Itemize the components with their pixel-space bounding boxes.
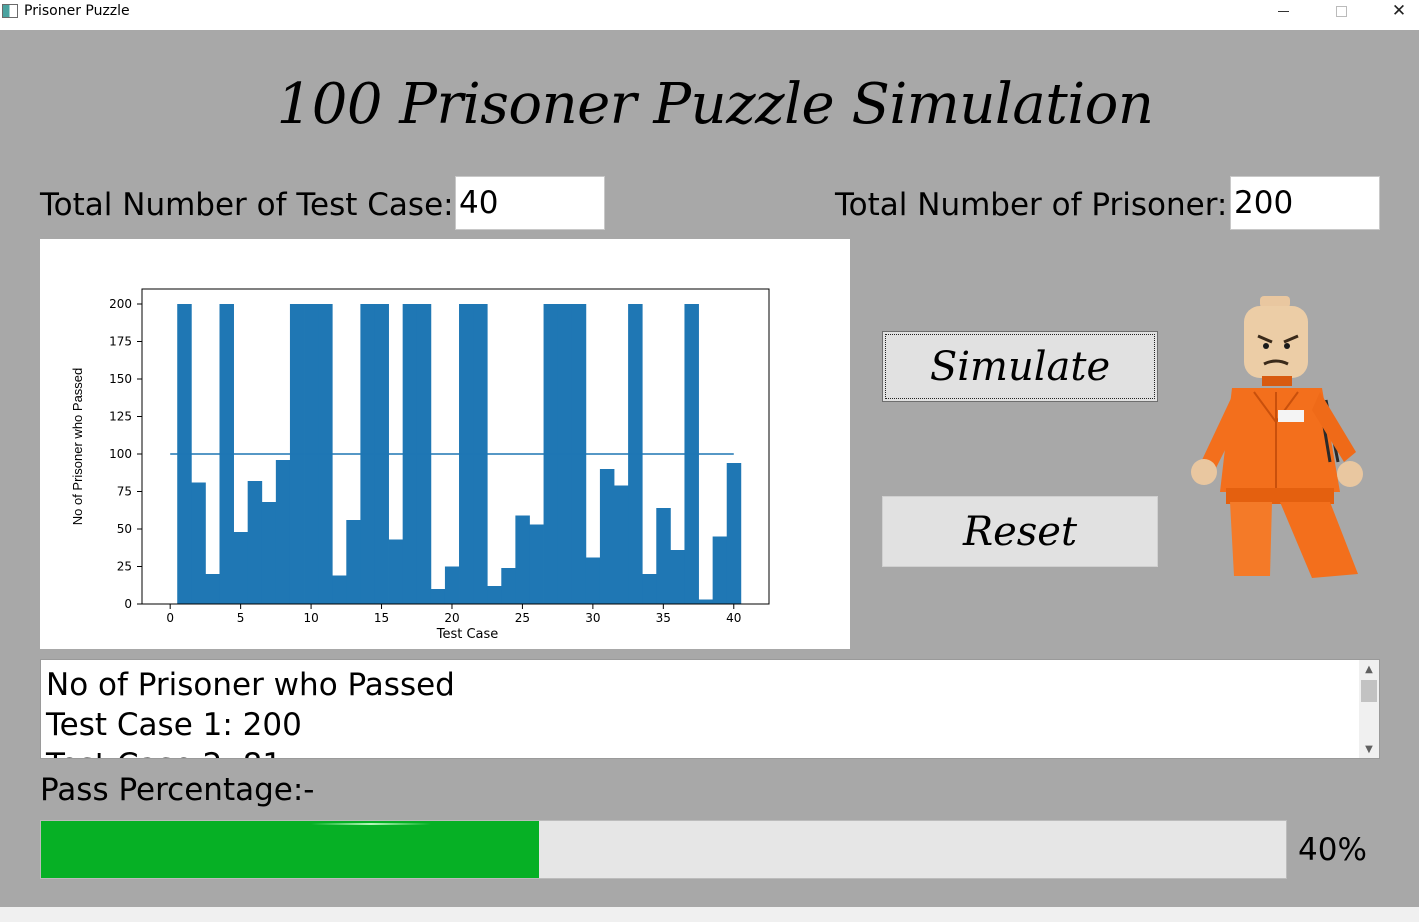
chart-bar	[275, 460, 291, 604]
y-axis-label: No of Prisoner who Passed	[70, 368, 85, 526]
chart-bar	[233, 532, 249, 604]
y-tick-label: 50	[117, 522, 132, 536]
window-title: Prisoner Puzzle	[24, 3, 130, 19]
results-chart-panel: 0 5 10 15 20 25 30 35 40 0 25 50 75 100 125 150 175 200 Te…	[40, 239, 850, 649]
x-axis-label: Test Case	[436, 627, 499, 642]
chart-bar	[656, 508, 671, 604]
y-tick-label: 75	[117, 485, 132, 499]
y-tick-label: 150	[109, 372, 132, 386]
app-icon	[2, 4, 18, 18]
chart-bar	[599, 469, 615, 604]
log-scrollbar[interactable]: ▲ ▼	[1359, 660, 1379, 758]
minimize-icon	[1277, 10, 1289, 12]
y-tick-label: 125	[109, 410, 132, 424]
page-title: 100 Prisoner Puzzle Simulation	[276, 72, 1154, 137]
chart-bar	[346, 520, 361, 604]
results-log[interactable]: No of Prisoner who Passed Test Case 1: 2…	[40, 659, 1380, 759]
chart-bar	[529, 524, 544, 604]
prisoner-count-label: Total Number of Prisoner:	[835, 187, 1228, 223]
x-tick-label: 0	[166, 611, 174, 625]
x-tick-label: 25	[515, 611, 530, 625]
chart-bar	[670, 550, 685, 604]
chart-bar	[614, 485, 629, 604]
chart-bar	[205, 574, 220, 604]
pass-progress-bar	[40, 820, 1287, 879]
chart-bar	[585, 557, 601, 604]
x-tick-label: 35	[656, 611, 671, 625]
maximize-button[interactable]	[1318, 0, 1364, 22]
y-tick-label: 0	[124, 597, 132, 611]
log-line: No of Prisoner who Passed	[46, 667, 455, 703]
pass-percentage-label: Pass Percentage:-	[40, 772, 315, 808]
results-bar-chart: 0 5 10 15 20 25 30 35 40 0 25 50 75 100 125 150 175 200 Te…	[70, 288, 770, 642]
chart-bar	[726, 463, 742, 604]
log-line: Test Case 1: 200	[46, 707, 302, 743]
chart-bar	[388, 539, 404, 604]
chart-bar	[444, 566, 460, 604]
simulate-button[interactable]: Simulate	[882, 331, 1158, 402]
y-tick-label: 175	[109, 335, 132, 349]
close-icon: ✕	[1391, 0, 1407, 21]
x-tick-label: 10	[303, 611, 318, 625]
scroll-down-icon[interactable]: ▼	[1359, 740, 1379, 758]
y-tick-label: 25	[117, 560, 132, 574]
progress-glint	[311, 823, 431, 825]
scroll-up-icon[interactable]: ▲	[1359, 660, 1379, 678]
prisoner-figure-icon	[1191, 296, 1363, 578]
maximize-icon	[1335, 5, 1347, 17]
test-case-input[interactable]	[455, 176, 605, 230]
main-panel: 100 Prisoner Puzzle Simulation Total Num…	[0, 30, 1419, 907]
x-tick-label: 15	[374, 611, 389, 625]
chart-bar	[487, 586, 502, 604]
scrollbar-thumb[interactable]	[1361, 680, 1377, 702]
test-case-label: Total Number of Test Case:	[40, 187, 454, 223]
chart-bar	[515, 515, 530, 604]
prisoner-count-input[interactable]	[1230, 176, 1380, 230]
chart-bar	[698, 599, 714, 604]
chart-bar	[501, 568, 516, 604]
chart-bar	[430, 589, 446, 604]
x-tick-label: 20	[444, 611, 459, 625]
chart-bar	[247, 481, 263, 604]
chart-bar	[261, 502, 277, 604]
y-tick-label: 200	[109, 297, 132, 311]
progress-fill	[41, 821, 539, 878]
chart-bar	[332, 575, 347, 604]
chart-bar	[191, 482, 206, 604]
chart-bar	[712, 536, 728, 604]
title-bar: Prisoner Puzzle ✕	[0, 0, 1419, 30]
reset-button[interactable]: Reset	[882, 496, 1158, 567]
chart-bar	[642, 574, 657, 604]
x-tick-label: 30	[585, 611, 600, 625]
pass-percentage-value: 40%	[1298, 832, 1367, 868]
x-tick-label: 5	[237, 611, 245, 625]
y-tick-label: 100	[109, 447, 132, 461]
x-tick-label: 40	[726, 611, 741, 625]
log-line: Test Case 2: 81	[46, 745, 455, 758]
close-button[interactable]: ✕	[1376, 0, 1419, 22]
status-strip	[0, 907, 1419, 922]
minimize-button[interactable]	[1260, 0, 1306, 22]
